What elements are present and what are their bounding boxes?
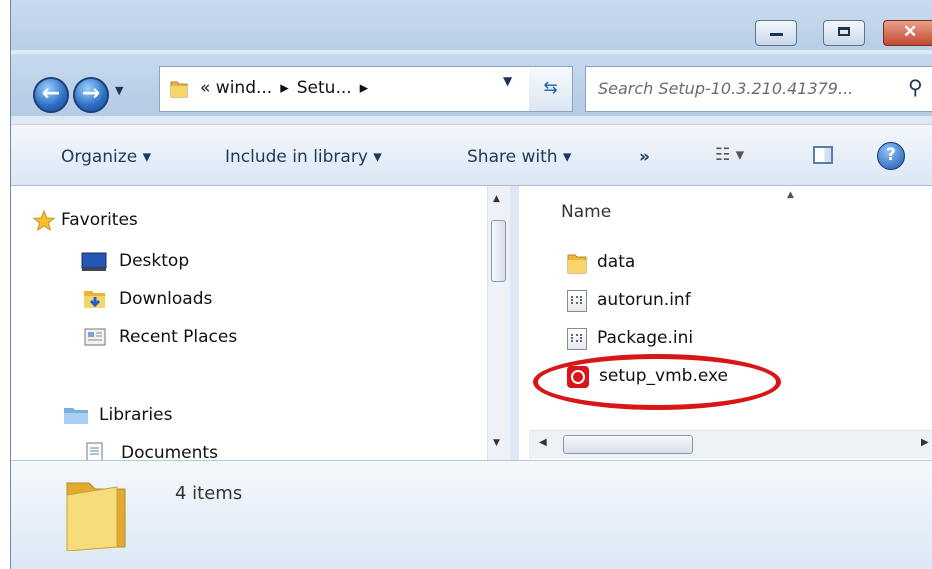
minimize-button[interactable] bbox=[755, 20, 797, 46]
organize-menu[interactable]: Organize ▾ bbox=[61, 147, 151, 167]
downloads-folder-icon bbox=[84, 291, 105, 308]
scroll-down-icon[interactable]: ▼ bbox=[493, 438, 500, 448]
item-count: 4 items bbox=[175, 483, 243, 504]
nav-recent-places[interactable]: Recent Places bbox=[119, 327, 237, 347]
maximize-icon bbox=[838, 27, 850, 36]
file-list: ▲ Name data autorun.inf Package.ini setu… bbox=[519, 186, 932, 460]
navigation-pane: Favorites Desktop Downloads Recent Place… bbox=[11, 186, 509, 463]
scroll-up-icon[interactable]: ▲ bbox=[493, 194, 500, 204]
close-button[interactable]: ✕ bbox=[883, 20, 932, 46]
folder-icon bbox=[66, 482, 126, 551]
sort-ascending-icon: ▲ bbox=[787, 190, 794, 200]
arrow-right-icon: → bbox=[81, 81, 101, 106]
file-item-autorun[interactable]: autorun.inf bbox=[597, 290, 691, 310]
back-button[interactable]: ← bbox=[33, 77, 69, 113]
details-pane: 4 items bbox=[11, 460, 932, 569]
file-item-package[interactable]: Package.ini bbox=[597, 328, 693, 348]
address-dropdown[interactable]: ▼ bbox=[503, 74, 512, 88]
forward-button[interactable]: → bbox=[73, 77, 109, 113]
scroll-thumb[interactable] bbox=[491, 220, 506, 282]
command-bar: Organize ▾ Include in library ▾ Share wi… bbox=[11, 124, 932, 186]
title-bar: ✕ bbox=[11, 0, 932, 50]
minimize-icon bbox=[770, 33, 783, 36]
close-icon: ✕ bbox=[903, 22, 918, 41]
maximize-button[interactable] bbox=[823, 20, 865, 46]
help-icon[interactable]: ? bbox=[877, 142, 905, 170]
breadcrumb-setup[interactable]: Setu... bbox=[297, 78, 352, 98]
breadcrumb-separator[interactable]: ▸ bbox=[360, 78, 369, 98]
recent-pages-dropdown[interactable]: ▼ bbox=[115, 84, 123, 97]
folder-icon bbox=[567, 254, 587, 274]
change-view-button[interactable]: ☷ ▾ bbox=[715, 145, 744, 165]
include-in-library-menu[interactable]: Include in library ▾ bbox=[225, 147, 382, 167]
scroll-right-icon[interactable]: ▶ bbox=[921, 437, 929, 448]
explorer-window: ✕ ← → ▼ « wind... ▸ Setu... ▸ ▼ ⇆ Search Se… bbox=[10, 0, 932, 569]
search-box[interactable]: Search Setup-10.3.210.41379... ⚲ bbox=[585, 66, 932, 112]
search-placeholder: Search Setup-10.3.210.41379... bbox=[598, 79, 854, 98]
libraries-icon bbox=[64, 408, 88, 424]
refresh-button[interactable]: ⇆ bbox=[529, 66, 573, 112]
settings-file-icon bbox=[567, 290, 587, 312]
nav-downloads[interactable]: Downloads bbox=[119, 289, 212, 309]
preview-pane-icon[interactable] bbox=[813, 146, 833, 164]
file-item-data[interactable]: data bbox=[597, 252, 635, 272]
file-list-scrollbar[interactable]: ◀ ▶ bbox=[529, 430, 932, 459]
navigation-scrollbar[interactable]: ▲ ▼ bbox=[487, 186, 510, 460]
star-icon bbox=[33, 210, 55, 232]
nav-desktop[interactable]: Desktop bbox=[119, 251, 189, 271]
nav-favorites[interactable]: Favorites bbox=[61, 210, 138, 230]
documents-icon bbox=[86, 442, 103, 462]
folder-icon bbox=[170, 81, 188, 98]
breadcrumb-overflow[interactable]: « wind... bbox=[200, 78, 272, 98]
refresh-icon: ⇆ bbox=[543, 78, 558, 98]
highlight-annotation bbox=[533, 354, 781, 410]
nav-libraries[interactable]: Libraries bbox=[99, 405, 172, 425]
breadcrumb-separator[interactable]: ▸ bbox=[280, 78, 289, 98]
settings-file-icon bbox=[567, 328, 587, 350]
arrow-left-icon: ← bbox=[41, 81, 61, 106]
search-icon[interactable]: ⚲ bbox=[908, 75, 923, 99]
scroll-thumb[interactable] bbox=[563, 435, 693, 454]
column-header-name[interactable]: Name bbox=[561, 202, 611, 222]
recent-places-icon bbox=[84, 328, 106, 346]
address-bar[interactable]: « wind... ▸ Setu... ▸ bbox=[159, 66, 569, 112]
desktop-icon bbox=[81, 252, 107, 271]
share-with-menu[interactable]: Share with ▾ bbox=[467, 147, 571, 167]
breadcrumb: « wind... ▸ Setu... ▸ bbox=[200, 78, 376, 98]
more-commands-button[interactable]: » bbox=[639, 147, 650, 167]
scroll-left-icon[interactable]: ◀ bbox=[539, 437, 547, 448]
